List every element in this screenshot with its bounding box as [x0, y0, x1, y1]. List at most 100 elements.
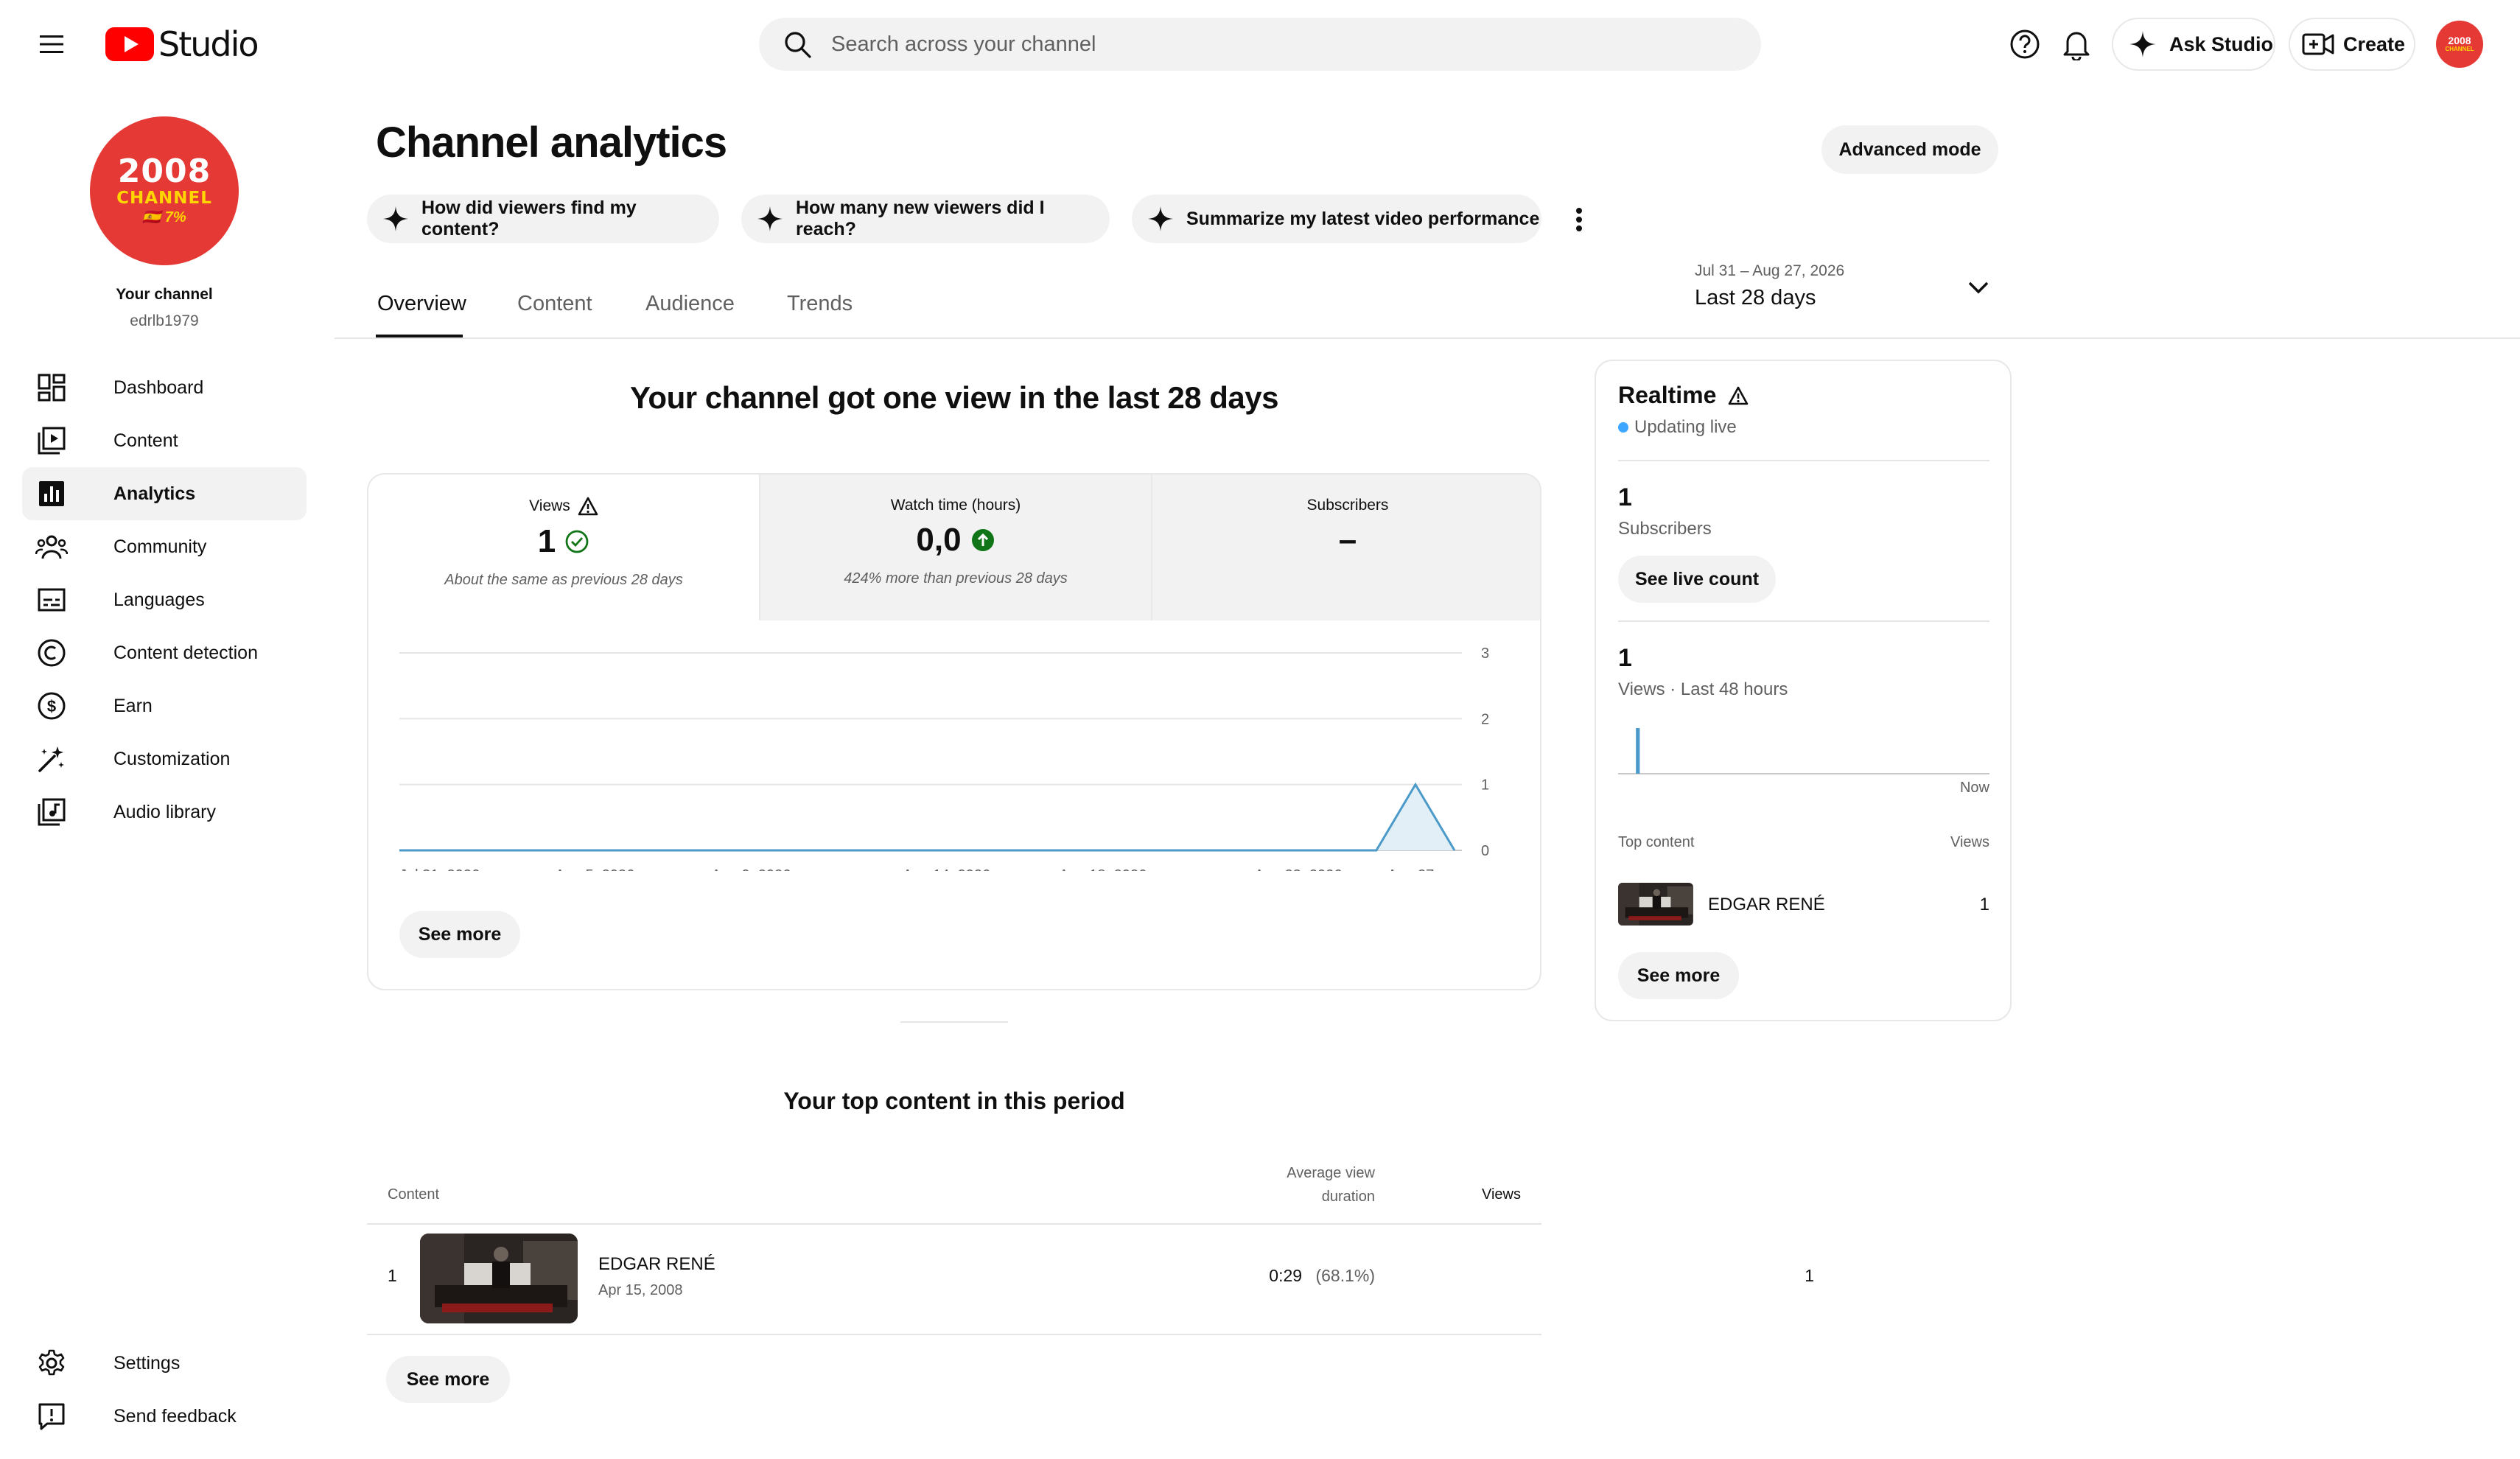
account-avatar[interactable]: 2008 CHANNEL	[2436, 21, 2483, 68]
sidebar-item-earn[interactable]: $ Earn	[22, 679, 307, 732]
metric-watch-time-tab[interactable]: Watch time (hours) 0,0 424% more than pr…	[759, 475, 1151, 620]
sidebar-item-dashboard[interactable]: Dashboard	[22, 361, 307, 414]
notifications-button[interactable]	[2054, 22, 2099, 66]
channel-handle: edrlb1979	[130, 312, 199, 329]
sparkle-icon	[2129, 31, 2156, 57]
table-row-divider	[367, 1334, 1541, 1335]
more-vert-icon	[1576, 208, 1582, 231]
tab-content[interactable]: Content	[517, 292, 592, 316]
table-row[interactable]: 1 EDGAR RENÉ Apr 15, 2008 0:29 (68.1%) 1	[367, 1225, 1814, 1334]
x-tick-label: Aug 9, 2026	[711, 867, 791, 871]
channel-avatar[interactable]: 2008 CHANNEL 🇪🇸 7%	[90, 116, 239, 265]
video-thumbnail-image	[420, 1234, 578, 1323]
chart-see-more-button[interactable]: See more	[399, 911, 520, 958]
y-tick-label: 0	[1481, 843, 1489, 859]
realtime-top-views: 1	[1979, 895, 1989, 914]
sidebar-item-audio-library[interactable]: Audio library	[22, 786, 307, 839]
sidebar-item-content[interactable]: Content	[22, 414, 307, 467]
realtime-title: Realtime	[1618, 382, 1717, 408]
tab-trends[interactable]: Trends	[787, 292, 853, 316]
hamburger-icon	[40, 35, 63, 53]
y-tick-label: 2	[1481, 711, 1489, 727]
overview-headline: Your channel got one view in the last 28…	[630, 380, 1278, 415]
realtime-see-more-button[interactable]: See more	[1618, 952, 1739, 999]
metric-watch-time-value: 0,0	[916, 522, 962, 558]
search-icon	[780, 27, 815, 62]
chevron-down-icon	[1968, 281, 1989, 294]
search-bar[interactable]: Search across your channel	[759, 18, 1761, 71]
chip-summarize[interactable]: Summarize my latest video performance	[1132, 195, 1541, 243]
video-thumbnail[interactable]	[420, 1234, 578, 1323]
studio-logo[interactable]: Studio	[105, 22, 259, 66]
realtime-views-label: Views · Last 48 hours	[1618, 679, 1788, 699]
sidebar-item-customization[interactable]: Customization	[22, 732, 307, 786]
realtime-now-label: Now	[1959, 780, 1989, 796]
live-dot	[1618, 422, 1628, 433]
x-tick-label: Aug 18, 2026	[1059, 867, 1147, 871]
realtime-status: Updating live	[1634, 417, 1737, 437]
sparkle-icon	[382, 206, 409, 232]
gear-icon	[34, 1346, 69, 1381]
row-rank: 1	[388, 1266, 397, 1285]
tab-audience[interactable]: Audience	[645, 292, 735, 316]
top-bar: Studio Search across your channel Ask St…	[0, 0, 2520, 88]
chip-find-content[interactable]: How did viewers find my content?	[367, 195, 719, 243]
help-button[interactable]	[2003, 22, 2047, 66]
realtime-subscribers-label: Subscribers	[1618, 519, 1712, 539]
metric-watch-time-note: 424% more than previous 28 days	[844, 570, 1068, 587]
sidebar-item-languages[interactable]: Languages	[22, 573, 307, 626]
tabs-divider	[335, 337, 2520, 339]
realtime-views-chart	[1618, 728, 1989, 774]
warning-icon	[1729, 386, 1749, 405]
realtime-card: Realtime Updating live 1 Subscribers See…	[1595, 360, 2012, 1021]
row-video-title[interactable]: EDGAR RENÉ	[598, 1254, 715, 1275]
x-tick-label: Aug 27, ...	[1387, 867, 1455, 871]
tab-overview[interactable]: Overview	[377, 292, 466, 316]
see-live-count-button[interactable]: See live count	[1618, 556, 1776, 603]
realtime-top-item[interactable]: EDGAR RENÉ 1	[1618, 883, 1989, 927]
date-range-picker[interactable]: Jul 31 – Aug 27, 2026 Last 28 days	[1695, 262, 2004, 318]
metric-views-label: Views	[529, 497, 570, 514]
col-avd-header: Average view duration	[1287, 1165, 1375, 1205]
community-icon	[34, 529, 69, 564]
top-content-label: Top content	[1618, 834, 1695, 850]
feedback-icon	[34, 1399, 69, 1434]
search-input[interactable]: Search across your channel	[831, 32, 1096, 57]
date-range-text: Jul 31 – Aug 27, 2026	[1695, 262, 1845, 279]
more-options-button[interactable]	[1562, 199, 1596, 240]
languages-icon	[34, 582, 69, 617]
bell-icon	[2063, 32, 2090, 60]
sidebar-item-content-detection[interactable]: Content detection	[22, 626, 307, 679]
chip-new-viewers[interactable]: How many new viewers did I reach?	[741, 195, 1110, 243]
top-content-title: Your top content in this period	[783, 1088, 1125, 1114]
col-content-header: Content	[388, 1186, 440, 1203]
help-icon	[2010, 29, 2040, 59]
row-avd: 0:29 (68.1%)	[1269, 1266, 1375, 1285]
warning-icon	[578, 497, 598, 516]
earn-icon: $	[34, 688, 69, 724]
metric-subscribers-value: –	[1338, 522, 1357, 558]
sidebar-item-send-feedback[interactable]: Send feedback	[22, 1390, 307, 1443]
check-circle-icon	[565, 530, 589, 553]
realtime-subscribers-value: 1	[1618, 483, 1632, 511]
sidebar-item-community[interactable]: Community	[22, 520, 307, 573]
metric-views-value: 1	[537, 523, 556, 559]
copyright-icon	[34, 635, 69, 671]
views-chart: 0 1 2 3 Jul 31, 2026 Aug 5, 2026 Aug 9, 2026 Au…	[399, 645, 1489, 871]
y-tick-label: 3	[1481, 645, 1489, 662]
sidebar-item-analytics[interactable]: Analytics	[22, 467, 307, 520]
top-content-see-more-button[interactable]: See more	[386, 1356, 510, 1403]
ask-studio-button[interactable]: Ask Studio	[2112, 18, 2275, 71]
col-views-header: Views	[1482, 1186, 1521, 1203]
chart-series-line	[399, 782, 1456, 852]
svg-text:$: $	[47, 697, 56, 715]
realtime-top-title: EDGAR RENÉ	[1708, 895, 1825, 914]
menu-button[interactable]	[29, 22, 74, 66]
metric-views-tab[interactable]: Views 1 About the same as previous 28 da…	[368, 475, 759, 620]
create-button[interactable]: Create	[2289, 18, 2415, 71]
sidebar-item-settings[interactable]: Settings	[22, 1337, 307, 1390]
metric-subscribers-tab[interactable]: Subscribers –	[1151, 475, 1540, 620]
advanced-mode-button[interactable]: Advanced mode	[1821, 125, 1998, 174]
x-tick-label: Jul 31, 2026	[399, 867, 480, 871]
x-tick-label: Aug 5, 2026	[555, 867, 634, 871]
